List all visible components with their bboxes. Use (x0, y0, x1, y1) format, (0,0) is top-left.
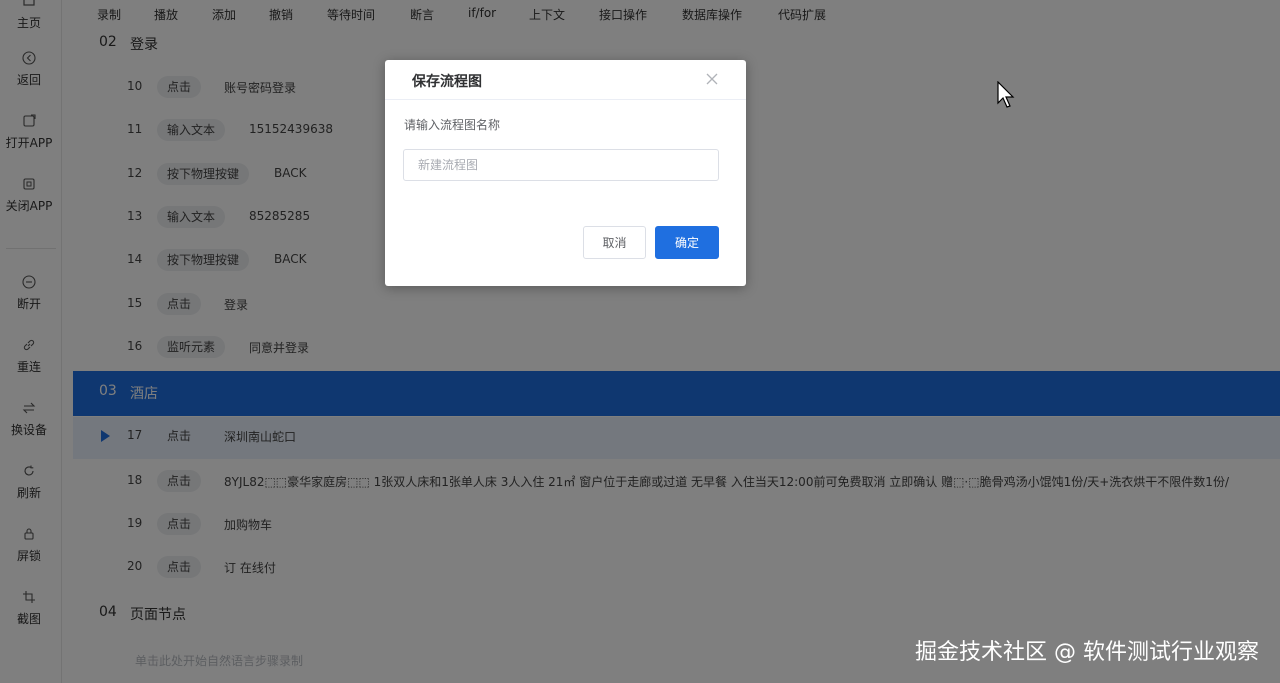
watermark: 掘金技术社区 @ 软件测试行业观察 (915, 640, 1259, 665)
flowchart-name-label: 请输入流程图名称 (404, 118, 501, 132)
close-icon[interactable] (704, 71, 720, 87)
dialog-header: 保存流程图 (385, 60, 746, 100)
dialog-title: 保存流程图 (412, 74, 482, 90)
flowchart-name-input[interactable] (403, 149, 719, 181)
mouse-cursor-icon (997, 81, 1015, 108)
save-flowchart-dialog: 保存流程图 请输入流程图名称 取消 确定 (385, 60, 746, 286)
cancel-button[interactable]: 取消 (583, 226, 646, 259)
confirm-button[interactable]: 确定 (655, 226, 719, 259)
